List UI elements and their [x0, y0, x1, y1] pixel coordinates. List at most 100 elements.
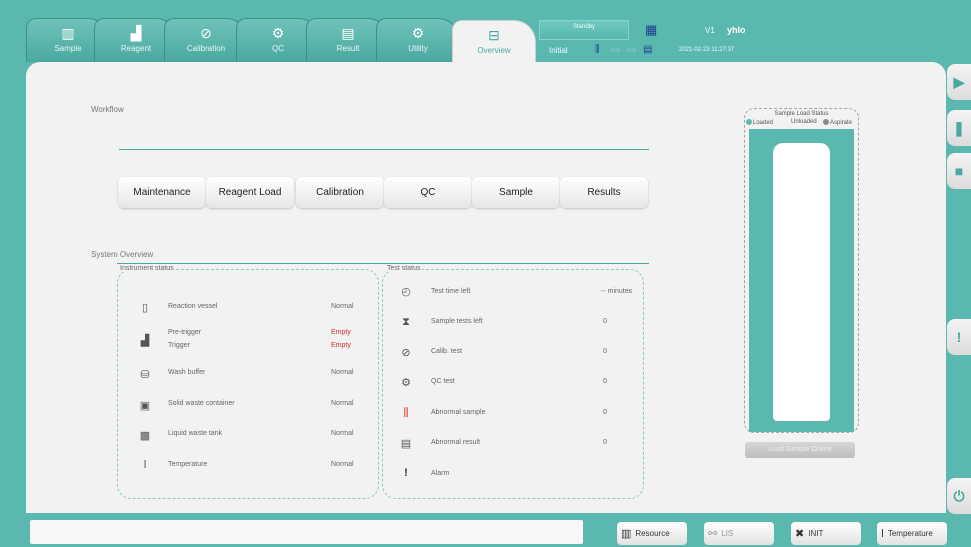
datetime-label: 2021-02-23 11:27:37 [679, 47, 735, 53]
trigger-value: Empty [331, 342, 351, 349]
start-button[interactable]: ▶ [947, 64, 971, 100]
workflow-maintenance-button[interactable]: Maintenance [118, 177, 206, 208]
temperature-label: Temperature [168, 461, 208, 468]
calibration-icon: ⊘ [200, 25, 212, 41]
alarm-button[interactable]: ! [947, 319, 971, 355]
pre-trigger-label: Pre-trigger [168, 329, 202, 336]
sample-load-status: Sample Load Status Loaded Unloaded Aspir… [744, 108, 859, 433]
qc-icon: ⚙ [401, 377, 411, 389]
wash-buffer-value: Normal [331, 369, 354, 376]
solid-waste-label: Solid waste container [168, 400, 235, 407]
solid-waste-value: Normal [331, 400, 354, 407]
printer-icon: ▤ [643, 44, 653, 55]
stop-button[interactable]: ■ [947, 153, 971, 189]
calib-test-value: 0 [603, 348, 607, 355]
tab-overview[interactable]: ⊟ Overview [452, 20, 536, 62]
top-navigation: ▥ Sample ▟ Reagent ⊘ Calibration ⚙ QC ▤ … [0, 0, 971, 62]
test-status-title: Test status [385, 265, 423, 272]
rack-status-icon: ⫼ [595, 44, 600, 55]
sample-rack [749, 129, 854, 432]
reaction-vessel-icon: ▯ [141, 302, 149, 314]
resource-button[interactable]: ▥ Resource [617, 522, 687, 545]
calib-test-label: Calib. test [431, 348, 463, 355]
qc-icon: ⚙ [271, 25, 285, 41]
legend-aspirated-label: Aspirate [830, 120, 853, 126]
liquid-waste-icon: ▩ [139, 430, 151, 442]
abnormal-sample-value: 0 [603, 409, 607, 416]
workflow-reagent-load-button[interactable]: Reagent Load [206, 177, 294, 208]
overview-divider [117, 263, 649, 264]
lis-status-icon: ⚯ [611, 45, 621, 57]
stop-icon: ■ [954, 163, 964, 179]
test-status-box: Test status ◴ Test time left -- minutes … [382, 265, 644, 499]
workflow-calibration-button[interactable]: Calibration [296, 177, 384, 208]
trigger-label: Trigger [168, 342, 190, 349]
lis-label: LIS [721, 529, 734, 538]
message-bar [30, 520, 583, 544]
test-time-left-label: Test time left [431, 288, 471, 295]
resource-icon: ▥ [621, 528, 632, 540]
reagent-icon: ▟ [130, 25, 142, 41]
version-label: V1 [705, 26, 715, 35]
sample-tests-left-label: Sample tests left [431, 318, 483, 325]
load-sample-online-button[interactable]: Load Sample Online [745, 442, 855, 458]
test-time-left-value: -- minutes [601, 288, 633, 295]
qc-test-value: 0 [603, 378, 607, 385]
abnormal-result-label: Abnormal result [431, 439, 481, 446]
init-label: INIT [808, 529, 824, 538]
temperature-button-label: Temperature [887, 529, 933, 538]
sample-rack-slot[interactable] [773, 143, 830, 421]
tab-label: Utility [408, 44, 428, 53]
reaction-vessel-value: Normal [331, 303, 354, 310]
overview-panel: Workflow Maintenance Reagent Load Calibr… [26, 62, 946, 513]
play-icon: ▶ [953, 74, 965, 90]
wash-buffer-icon: ⛁ [140, 369, 150, 381]
workflow-qc-button[interactable]: QC [384, 177, 472, 208]
result-icon: ▤ [341, 25, 355, 41]
tab-utility[interactable]: ⚙ Utility [376, 18, 460, 62]
instrument-status-title: Instrument status [118, 265, 176, 272]
alert-icon: ! [956, 329, 962, 345]
qc-test-label: QC test [431, 378, 455, 385]
instrument-status-box: Instrument status ▯ Reaction vessel Norm… [117, 265, 379, 499]
pause-icon: ❚ [953, 120, 965, 136]
liquid-waste-value: Normal [331, 430, 354, 437]
power-button[interactable]: ⏻ [947, 478, 971, 514]
alarm-icon: ! [404, 467, 408, 479]
reaction-vessel-label: Reaction vessel [168, 303, 218, 310]
lis-button[interactable]: ⚯ LIS [704, 522, 774, 545]
connection-status-icon: ⚯ [627, 45, 637, 57]
tab-label: Overview [477, 46, 511, 55]
pre-trigger-value: Empty [331, 329, 351, 336]
abnormal-sample-icon: ⫼ [403, 407, 409, 419]
system-grid-icon: ▦ [645, 22, 658, 37]
pause-button[interactable]: ❚ [947, 110, 971, 146]
alarm-label: Alarm [431, 470, 450, 477]
workflow-results-button[interactable]: Results [560, 177, 648, 208]
system-mode: Initial [549, 46, 568, 55]
legend-aspirated: Aspirate [823, 119, 852, 126]
sample-load-title: Sample Load Status [774, 111, 829, 117]
lis-icon: ⚯ [708, 528, 718, 540]
temperature-button[interactable]: ǀ Temperature [877, 522, 947, 545]
wash-buffer-label: Wash buffer [168, 369, 206, 376]
tab-label: Calibration [186, 44, 226, 53]
legend-loaded: Loaded [746, 119, 773, 126]
temperature-value: Normal [331, 461, 354, 468]
abnormal-result-value: 0 [603, 439, 607, 446]
hourglass-icon: ⧗ [402, 316, 410, 328]
workflow-sample-button[interactable]: Sample [472, 177, 560, 208]
tools-icon: ✖ [795, 528, 805, 540]
aspirated-dot-icon [823, 119, 829, 125]
trigger-icon: ▟ [140, 335, 150, 347]
temperature-icon: ǀ [143, 459, 147, 471]
resource-label: Resource [635, 529, 670, 538]
init-button[interactable]: ✖ INIT [791, 522, 861, 545]
legend-unloaded: Unloaded [791, 119, 817, 125]
legend-loaded-label: Loaded [753, 120, 774, 126]
status-area: Standby Initial ▦ ⫼ ⚯ ⚯ ▤ V1 yhlo 2021-0… [535, 16, 965, 58]
abnormal-sample-label: Abnormal sample [431, 409, 486, 416]
utility-icon: ⚙ [411, 25, 425, 41]
abnormal-result-icon: ▤ [400, 438, 412, 450]
system-overview-title: System Overview [91, 250, 154, 259]
